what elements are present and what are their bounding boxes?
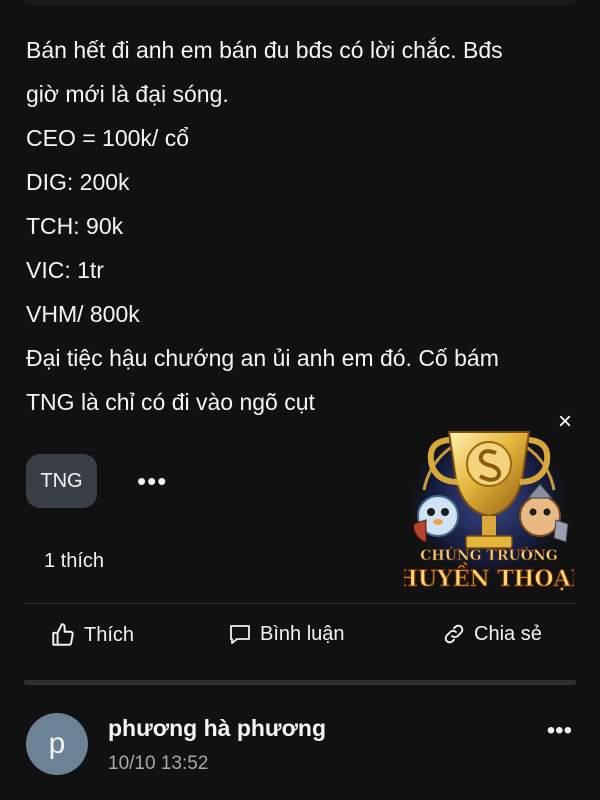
like-label: Thích (84, 623, 135, 646)
post-line-4: DIG: 200k (26, 169, 130, 195)
likes-count[interactable]: 1 thích (44, 550, 104, 573)
stock-tag-chip[interactable]: TNG (26, 454, 97, 508)
post-line-3: CEO = 100k/ cổ (26, 125, 189, 151)
promo-floating-banner[interactable]: CHỨNG TRƯỜNG HUYỀN THOẠI (397, 420, 581, 606)
comment-more-icon[interactable]: ••• (547, 717, 572, 745)
comment-author[interactable]: phương hà phương (108, 715, 326, 742)
avatar[interactable]: p (26, 713, 88, 775)
post-line-8: Đại tiệc hậu chướng an ủi anh em đó. Cố … (26, 345, 499, 371)
post-line-5: TCH: 90k (26, 213, 124, 239)
share-button[interactable]: Chia sẻ (442, 622, 542, 646)
thumbs-up-icon (52, 623, 74, 646)
link-icon (444, 624, 464, 644)
comment-icon (230, 625, 250, 644)
trophy-icon: CHỨNG TRƯỜNG HUYỀN THOẠI (397, 430, 581, 593)
close-icon[interactable]: × (558, 410, 572, 434)
post-line-9: TNG là chỉ có đi vào ngõ cụt (26, 389, 315, 415)
comment-item: p phương hà phương 10/10 13:52 ••• (26, 713, 576, 783)
comment-button[interactable]: Bình luận (228, 622, 345, 646)
post-line-7: VHM/ 800k (26, 301, 140, 327)
comment-timestamp: 10/10 13:52 (108, 753, 209, 774)
post-line-1: Bán hết đi anh em bán đu bđs có lời chắc… (26, 37, 503, 63)
promo-text-line1: CHỨNG TRƯỜNG (420, 546, 557, 564)
section-divider (24, 680, 576, 685)
promo-text-line2: HUYỀN THOẠI (404, 562, 574, 592)
post-line-2: giờ mới là đại sóng. (26, 81, 229, 107)
post-body: Bán hết đi anh em bán đu bđs có lời chắc… (26, 28, 586, 424)
like-button[interactable]: Thích (50, 622, 134, 648)
post-line-6: VIC: 1tr (26, 257, 104, 283)
previous-card-edge (24, 0, 576, 6)
post-actions: Thích Bình luận Chia sẻ (0, 622, 600, 662)
post-more-icon[interactable]: ••• (137, 468, 167, 494)
share-label: Chia sẻ (474, 622, 542, 645)
comment-label: Bình luận (260, 622, 345, 645)
tag-row: TNG ••• (26, 454, 167, 508)
